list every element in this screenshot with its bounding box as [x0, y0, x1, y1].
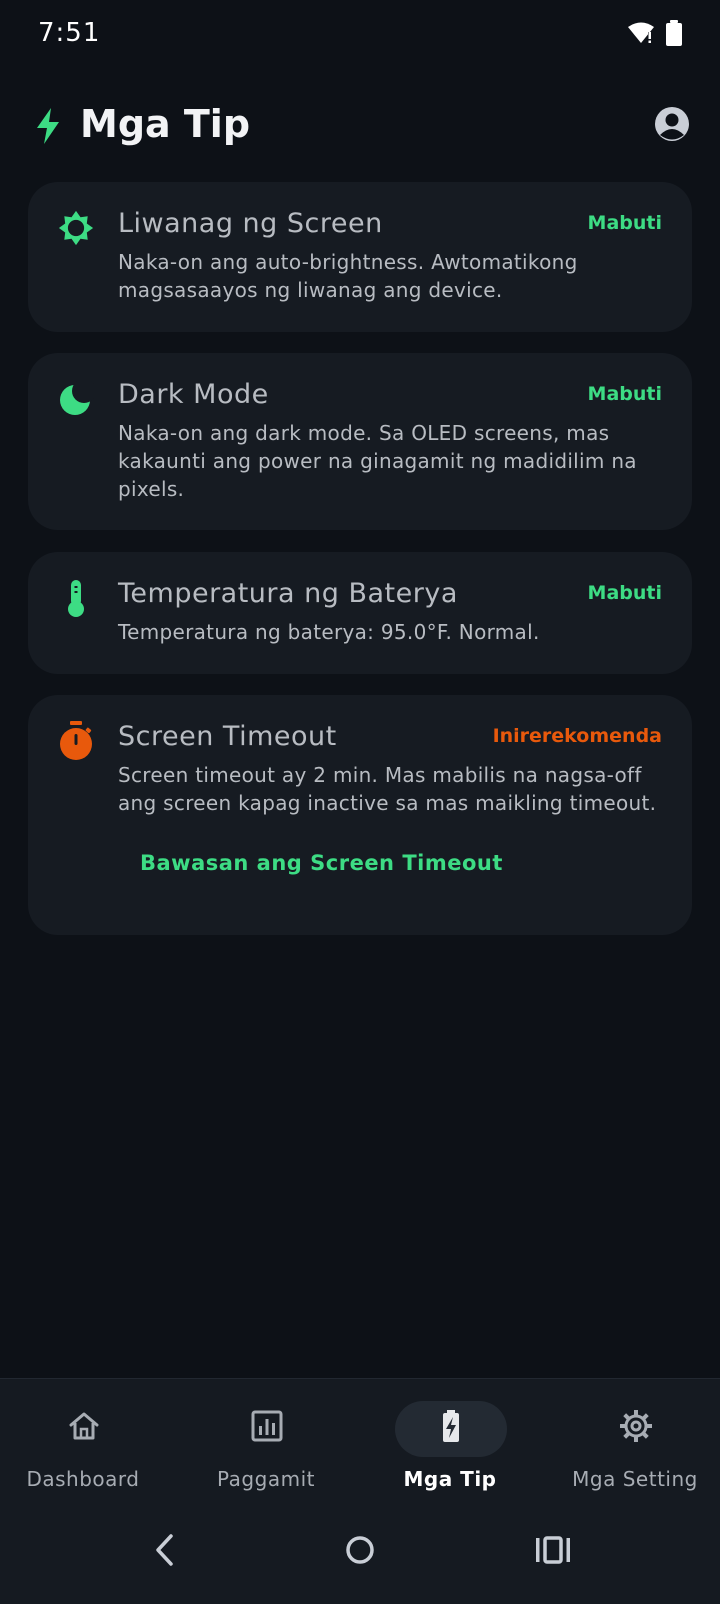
tip-card-screen-timeout: Screen Timeout Inirerekomenda Screen tim…	[28, 695, 692, 935]
tip-card-dark-mode: Dark Mode Mabuti Naka-on ang dark mode. …	[28, 353, 692, 530]
nav-label: Mga Setting	[572, 1467, 698, 1491]
nav-item-dashboard[interactable]: Dashboard	[0, 1379, 173, 1501]
gear-icon	[620, 1410, 652, 1442]
back-icon[interactable]	[146, 1530, 186, 1570]
tip-card-brightness: Liwanag ng Screen Mabuti Naka-on ang aut…	[28, 182, 692, 332]
battery-bolt-icon	[443, 1410, 459, 1442]
status-badge: Mabuti	[587, 582, 662, 604]
bar-chart-icon	[251, 1410, 283, 1442]
tip-description: Naka-on ang dark mode. Sa OLED screens, …	[118, 421, 637, 501]
nav-item-mga-setting[interactable]: Mga Setting	[545, 1379, 720, 1501]
status-icons	[628, 20, 682, 46]
account-avatar-icon[interactable]	[654, 106, 690, 142]
tip-description: Temperatura ng baterya: 95.0°F. Normal.	[118, 620, 540, 644]
tip-description: Naka-on ang auto-brightness. Awtomatikon…	[118, 250, 578, 302]
nav-item-paggamit[interactable]: Paggamit	[176, 1379, 356, 1501]
bolt-icon	[37, 108, 59, 144]
nav-label: Dashboard	[26, 1467, 140, 1491]
reduce-screen-timeout-button[interactable]: Bawasan ang Screen Timeout	[140, 851, 503, 875]
status-badge: Inirerekomenda	[492, 725, 662, 747]
tip-title: Liwanag ng Screen	[118, 208, 383, 239]
bottom-navigation: Dashboard Paggamit Mga Tip Mga Setting	[0, 1378, 720, 1501]
nav-label: Paggamit	[217, 1467, 315, 1491]
tip-title: Screen Timeout	[118, 721, 337, 752]
nav-item-mga-tip[interactable]: Mga Tip	[360, 1379, 540, 1501]
status-badge: Mabuti	[587, 383, 662, 405]
page-title: Mga Tip	[80, 102, 251, 146]
wifi-icon	[628, 22, 654, 43]
tip-title: Temperatura ng Baterya	[118, 578, 458, 609]
status-time: 7:51	[38, 18, 101, 48]
status-badge: Mabuti	[587, 212, 662, 234]
tip-card-battery-temperature: Temperatura ng Baterya Mabuti Temperatur…	[28, 552, 692, 674]
tip-description: Screen timeout ay 2 min. Mas mabilis na …	[118, 763, 657, 815]
home-circle-icon[interactable]	[340, 1530, 380, 1570]
tip-title: Dark Mode	[118, 379, 269, 410]
moon-icon	[58, 381, 94, 417]
battery-icon	[666, 20, 682, 46]
home-icon	[69, 1412, 99, 1440]
thermometer-icon	[58, 580, 94, 617]
timer-icon	[58, 721, 94, 760]
system-navigation-bar	[0, 1500, 720, 1604]
nav-label: Mga Tip	[403, 1467, 497, 1491]
recents-icon[interactable]	[533, 1530, 573, 1570]
brightness-icon	[58, 210, 94, 246]
app-header: Mga Tip	[0, 90, 720, 160]
status-bar: 7:51	[0, 0, 720, 70]
